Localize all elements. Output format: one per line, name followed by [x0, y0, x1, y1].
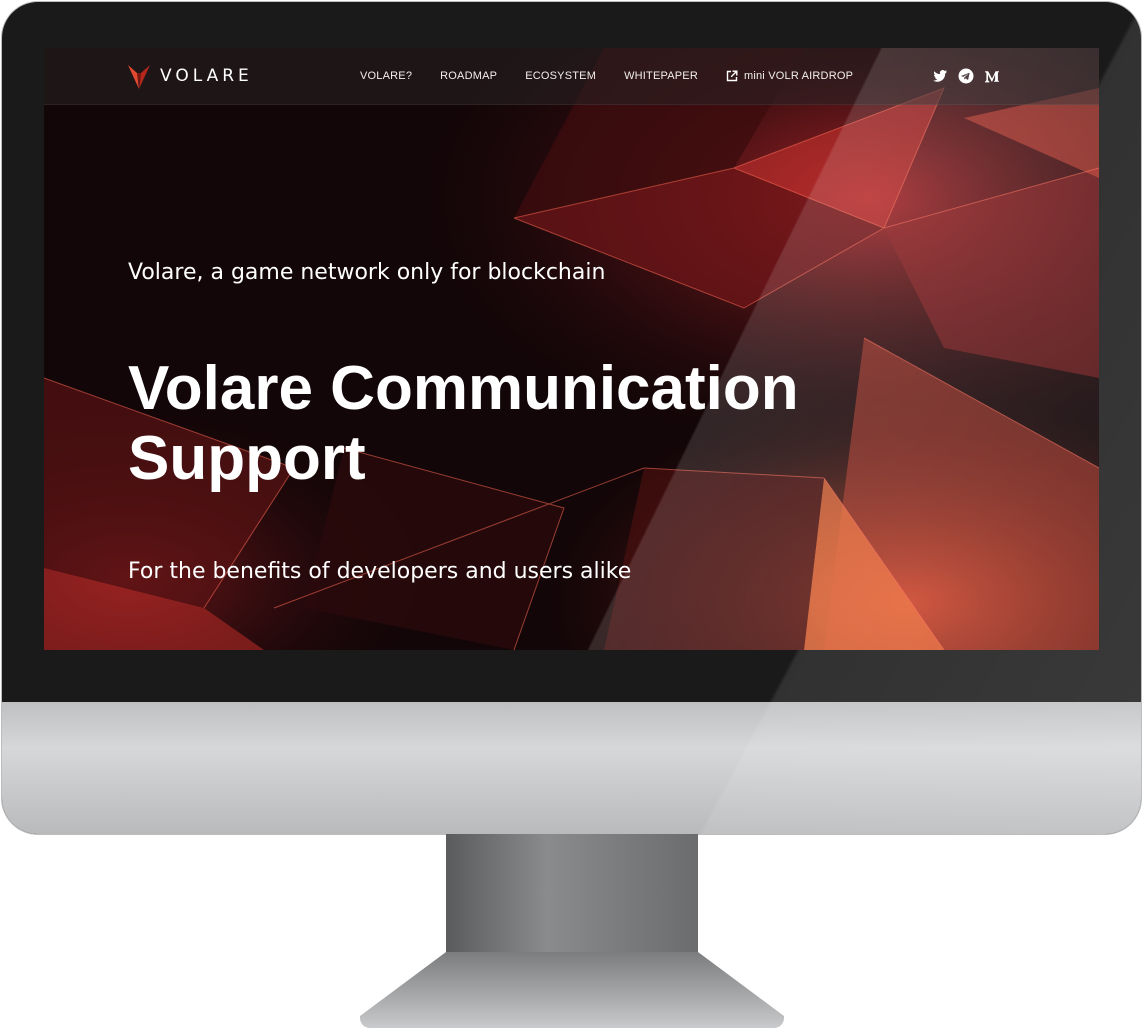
top-navbar: VOLARE VOLARE? ROADMAP ECOSYSTEM WHITEPA…	[44, 48, 1099, 105]
hero-title-line-1: Volare Communication	[128, 354, 799, 423]
monitor-stand-base	[360, 952, 784, 1028]
monitor-chin	[2, 702, 1141, 834]
nav-link-ecosystem[interactable]: ECOSYSTEM	[525, 70, 596, 82]
medium-icon[interactable]	[984, 68, 1000, 84]
nav-menu: VOLARE? ROADMAP ECOSYSTEM WHITEPAPER min…	[360, 48, 853, 104]
hero-subtitle: For the benefits of developers and users…	[128, 559, 632, 584]
brand-name: VOLARE	[160, 66, 253, 86]
hero-title-line-2: Support	[128, 424, 366, 493]
nav-link-label: mini VOLR AIRDROP	[743, 70, 854, 82]
volare-logo-icon	[128, 65, 150, 89]
nav-link-whitepaper[interactable]: WHITEPAPER	[624, 70, 698, 82]
nav-link-roadmap[interactable]: ROADMAP	[440, 70, 497, 82]
screen: VOLARE VOLARE? ROADMAP ECOSYSTEM WHITEPA…	[44, 48, 1099, 650]
nav-link-mini-volr-airdrop[interactable]: mini VOLR AIRDROP	[726, 70, 853, 82]
monitor-stand-neck	[446, 834, 698, 954]
hero-title: Volare Communication Support	[128, 354, 888, 494]
telegram-icon[interactable]	[958, 68, 974, 84]
external-link-icon	[726, 70, 738, 82]
nav-link-volare[interactable]: VOLARE?	[360, 70, 412, 82]
social-links	[932, 68, 1000, 84]
brand-home-link[interactable]: VOLARE	[128, 62, 253, 90]
twitter-icon[interactable]	[932, 68, 948, 84]
hero-tagline: Volare, a game network only for blockcha…	[128, 260, 606, 285]
